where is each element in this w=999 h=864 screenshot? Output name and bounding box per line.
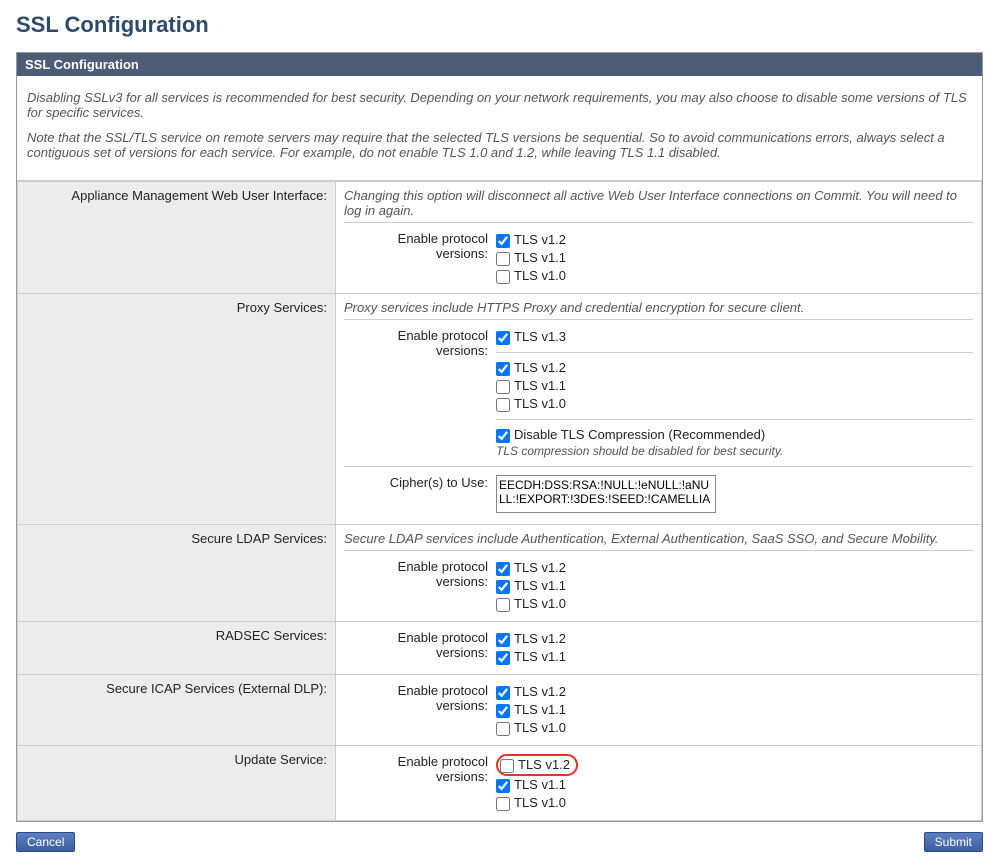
checkbox-proxy-tls11[interactable]: TLS v1.1 [496, 377, 973, 395]
cipher-input[interactable] [496, 475, 716, 513]
checkbox-ldap-tls11[interactable]: TLS v1.1 [496, 577, 973, 595]
divider [496, 352, 973, 353]
checkbox-input[interactable] [496, 580, 510, 594]
row-label-webui: Appliance Management Web User Interface: [18, 182, 336, 294]
checkbox-icap-tls11[interactable]: TLS v1.1 [496, 701, 973, 719]
intro-text: Disabling SSLv3 for all services is reco… [17, 76, 982, 181]
note-webui: Changing this option will disconnect all… [344, 188, 973, 223]
row-label-icap: Secure ICAP Services (External DLP): [18, 675, 336, 746]
row-label-update: Update Service: [18, 746, 336, 821]
versions-ldap: TLS v1.2 TLS v1.1 TLS v1.0 [496, 559, 973, 613]
checkbox-proxy-tls10[interactable]: TLS v1.0 [496, 395, 973, 413]
row-label-radsec: RADSEC Services: [18, 622, 336, 675]
versions-update: TLS v1.2 TLS v1.1 TLS v1.0 [496, 754, 973, 812]
checkbox-label: TLS v1.2 [514, 684, 566, 699]
checkbox-webui-tls10[interactable]: TLS v1.0 [496, 267, 973, 285]
highlight-oval: TLS v1.2 [496, 754, 578, 776]
checkbox-label: TLS v1.3 [514, 329, 566, 344]
divider [344, 466, 973, 467]
enable-label-radsec: Enable protocol versions: [344, 630, 496, 660]
enable-label-webui: Enable protocol versions: [344, 231, 496, 261]
checkbox-label: TLS v1.1 [514, 777, 566, 792]
cipher-label: Cipher(s) to Use: [344, 475, 496, 490]
intro-paragraph-1: Disabling SSLv3 for all services is reco… [27, 90, 972, 120]
versions-radsec: TLS v1.2 TLS v1.1 [496, 630, 973, 666]
intro-paragraph-2: Note that the SSL/TLS service on remote … [27, 130, 972, 160]
checkbox-input[interactable] [496, 598, 510, 612]
submit-button[interactable]: Submit [924, 832, 983, 852]
checkbox-label: TLS v1.0 [514, 795, 566, 810]
note-ldap: Secure LDAP services include Authenticat… [344, 531, 973, 551]
panel-header: SSL Configuration [17, 53, 982, 76]
compression-hint: TLS compression should be disabled for b… [496, 444, 973, 458]
checkbox-input[interactable] [500, 759, 514, 773]
checkbox-label: TLS v1.0 [514, 268, 566, 283]
checkbox-label: TLS v1.1 [514, 649, 566, 664]
checkbox-label: TLS v1.1 [514, 702, 566, 717]
checkbox-label: TLS v1.1 [514, 578, 566, 593]
checkbox-icap-tls10[interactable]: TLS v1.0 [496, 719, 973, 737]
checkbox-radsec-tls12[interactable]: TLS v1.2 [496, 630, 973, 648]
ssl-config-panel: SSL Configuration Disabling SSLv3 for al… [16, 52, 983, 822]
enable-label-proxy: Enable protocol versions: [344, 328, 496, 358]
checkbox-input[interactable] [496, 429, 510, 443]
checkbox-input[interactable] [496, 362, 510, 376]
enable-label-ldap: Enable protocol versions: [344, 559, 496, 589]
button-row: Cancel Submit [16, 832, 983, 852]
checkbox-input[interactable] [496, 270, 510, 284]
row-label-proxy: Proxy Services: [18, 294, 336, 525]
checkbox-input[interactable] [496, 398, 510, 412]
checkbox-proxy-tls13[interactable]: TLS v1.3 [496, 328, 973, 346]
note-proxy: Proxy services include HTTPS Proxy and c… [344, 300, 973, 320]
checkbox-update-tls10[interactable]: TLS v1.0 [496, 794, 973, 812]
checkbox-label: TLS v1.2 [514, 360, 566, 375]
checkbox-ldap-tls12[interactable]: TLS v1.2 [496, 559, 973, 577]
checkbox-icap-tls12[interactable]: TLS v1.2 [496, 683, 973, 701]
enable-label-update: Enable protocol versions: [344, 754, 496, 784]
page-title: SSL Configuration [16, 12, 983, 38]
checkbox-label: TLS v1.2 [518, 757, 570, 772]
checkbox-proxy-tls12[interactable]: TLS v1.2 [496, 359, 973, 377]
checkbox-webui-tls12[interactable]: TLS v1.2 [496, 231, 973, 249]
checkbox-label: TLS v1.1 [514, 378, 566, 393]
versions-icap: TLS v1.2 TLS v1.1 TLS v1.0 [496, 683, 973, 737]
checkbox-radsec-tls11[interactable]: TLS v1.1 [496, 648, 973, 666]
checkbox-input[interactable] [496, 633, 510, 647]
checkbox-label: Disable TLS Compression (Recommended) [514, 427, 765, 442]
checkbox-input[interactable] [496, 797, 510, 811]
checkbox-input[interactable] [496, 779, 510, 793]
versions-webui: TLS v1.2 TLS v1.1 TLS v1.0 [496, 231, 973, 285]
checkbox-ldap-tls10[interactable]: TLS v1.0 [496, 595, 973, 613]
checkbox-label: TLS v1.2 [514, 560, 566, 575]
checkbox-label: TLS v1.0 [514, 596, 566, 611]
checkbox-input[interactable] [496, 252, 510, 266]
checkbox-input[interactable] [496, 562, 510, 576]
versions-proxy: TLS v1.3 TLS v1.2 TLS v1.1 TLS v1.0 Disa… [496, 328, 973, 458]
checkbox-update-tls12[interactable]: TLS v1.2 [500, 756, 570, 774]
checkbox-webui-tls11[interactable]: TLS v1.1 [496, 249, 973, 267]
checkbox-input[interactable] [496, 234, 510, 248]
checkbox-input[interactable] [496, 704, 510, 718]
checkbox-label: TLS v1.1 [514, 250, 566, 265]
checkbox-input[interactable] [496, 722, 510, 736]
checkbox-disable-tls-compression[interactable]: Disable TLS Compression (Recommended) [496, 426, 973, 444]
checkbox-input[interactable] [496, 651, 510, 665]
cancel-button[interactable]: Cancel [16, 832, 75, 852]
checkbox-input[interactable] [496, 686, 510, 700]
checkbox-input[interactable] [496, 380, 510, 394]
row-label-ldap: Secure LDAP Services: [18, 525, 336, 622]
checkbox-label: TLS v1.2 [514, 232, 566, 247]
enable-label-icap: Enable protocol versions: [344, 683, 496, 713]
checkbox-update-tls11[interactable]: TLS v1.1 [496, 776, 973, 794]
checkbox-label: TLS v1.0 [514, 720, 566, 735]
checkbox-input[interactable] [496, 331, 510, 345]
checkbox-label: TLS v1.2 [514, 631, 566, 646]
divider [496, 419, 973, 420]
checkbox-label: TLS v1.0 [514, 396, 566, 411]
